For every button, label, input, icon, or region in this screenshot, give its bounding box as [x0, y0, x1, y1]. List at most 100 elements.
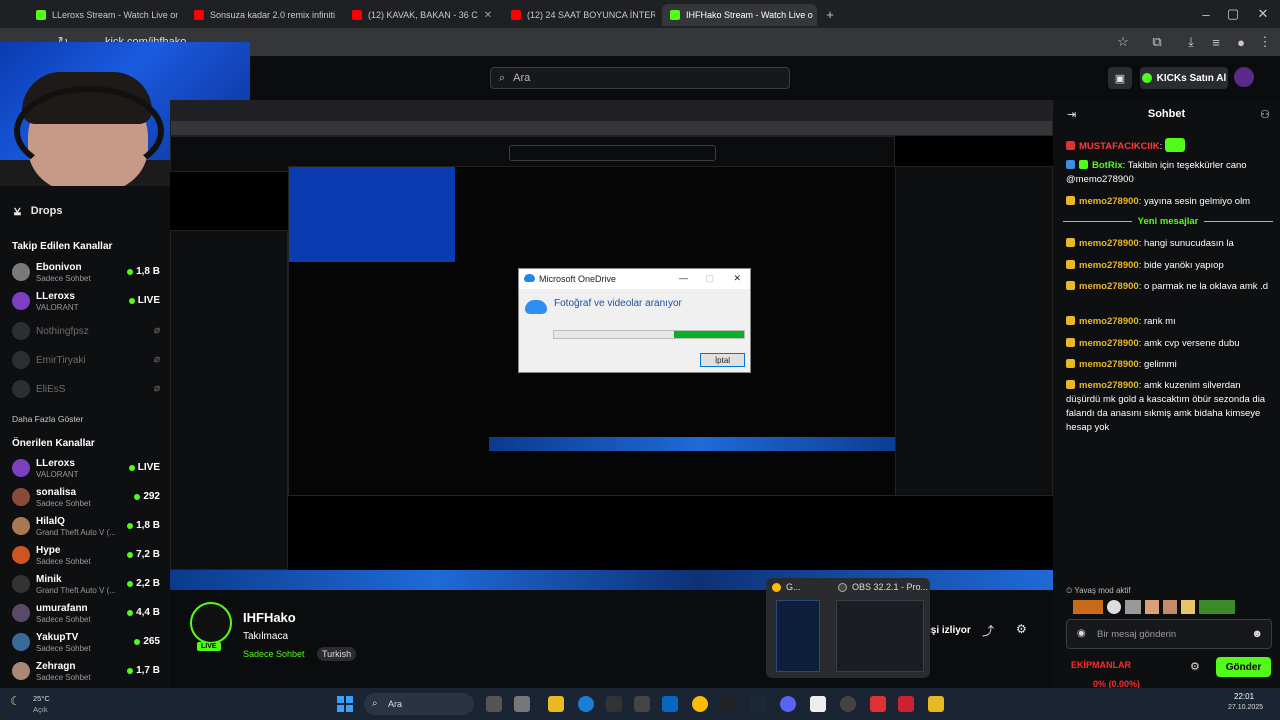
send-button[interactable]: Gönder	[1216, 657, 1271, 677]
emote-icon[interactable]	[1145, 600, 1159, 614]
sidebar-item-yakuptv[interactable]: YakupTV Sadece Sohbet 265	[12, 630, 164, 656]
steam-icon[interactable]	[750, 696, 766, 712]
kick-icon	[36, 10, 46, 20]
window-close-icon[interactable]: ✕	[1252, 0, 1274, 28]
epic-icon[interactable]	[722, 696, 738, 712]
edge-icon[interactable]	[578, 696, 594, 712]
sidebar-item-eliess[interactable]: EliEsS ⌀	[12, 377, 164, 403]
app-icon[interactable]	[898, 696, 914, 712]
weather-icon[interactable]: ☾	[10, 694, 21, 708]
close-icon[interactable]: ✕	[733, 273, 741, 284]
settings-sliders-icon[interactable]: ⚙	[1016, 622, 1027, 636]
share-icon[interactable]: ⤴	[982, 622, 994, 639]
sidebar-item-hilalq[interactable]: HilalQ Grand Theft Auto V (... 1,8 B	[12, 514, 164, 540]
tab-24saat[interactable]: (12) 24 SAAT BOYUNCA İNTERN ✕	[503, 4, 655, 26]
sub-badge-icon	[1066, 338, 1075, 347]
buy-kicks-button[interactable]: KICKs Satın Al	[1140, 67, 1228, 89]
task-view-icon[interactable]	[486, 696, 502, 712]
chat-username[interactable]: memo278900	[1079, 281, 1139, 292]
sidebar-item-lleroxs-rec[interactable]: LLeroxs VALORANT LIVE	[12, 456, 164, 482]
sidebar-item-minik[interactable]: Minik Grand Theft Auto V (... 2,2 B	[12, 572, 164, 598]
discord-icon[interactable]	[780, 696, 796, 712]
app-icon[interactable]	[514, 696, 530, 712]
chat-username[interactable]: MUSTAFACIKCIIK	[1079, 141, 1160, 152]
maximize-icon[interactable]: ▢	[1222, 0, 1244, 28]
emoji-icon[interactable]: ☻	[1251, 628, 1263, 640]
tab-lleroxs[interactable]: LLeroxs Stream - Watch Live on ✕	[28, 4, 178, 26]
tab-ihfhako[interactable]: IHFHako Stream - Watch Live o ✕	[662, 4, 817, 26]
new-messages-label: Yeni mesajlar	[1137, 216, 1199, 227]
bookmark-star-icon[interactable]: ☆	[1112, 28, 1134, 56]
drops-link[interactable]: ⩣ Drops	[14, 204, 62, 217]
close-icon[interactable]: ✕	[484, 10, 492, 21]
streamer-avatar[interactable]	[190, 602, 232, 644]
cancel-button[interactable]: İptal	[700, 353, 745, 367]
search-input[interactable]: ⌕ Ara	[490, 67, 790, 89]
chat-text: gelimmi	[1143, 359, 1177, 370]
show-more-link[interactable]: Daha Fazla Göster	[12, 414, 83, 424]
media-icon[interactable]: ≡	[1205, 28, 1227, 56]
progress-bar	[553, 330, 745, 339]
chat-username[interactable]: memo278900	[1079, 196, 1139, 207]
app-icon[interactable]	[870, 696, 886, 712]
clock-time[interactable]: 22:01	[1234, 692, 1254, 701]
emote-icon[interactable]	[1107, 600, 1121, 614]
minimize-icon[interactable]: —	[679, 273, 688, 283]
chat-people-icon[interactable]: ⚇	[1260, 108, 1270, 121]
chat-username[interactable]: memo278900	[1079, 359, 1139, 370]
tab-kavak[interactable]: (12) KAVAK, BAKAN - 36 C ✕	[344, 4, 499, 26]
sidebar-item-hype[interactable]: Hype Sadece Sohbet 7,2 B	[12, 543, 164, 569]
app-icon[interactable]	[928, 696, 944, 712]
new-tab-button[interactable]: +	[819, 0, 841, 28]
nested-sidebar	[170, 230, 288, 570]
taskbar-search[interactable]: ⌕ Ara	[364, 693, 474, 715]
preview-thumb-browser[interactable]	[776, 600, 820, 672]
menu-icon[interactable]: ⋮	[1254, 28, 1276, 56]
stream-category[interactable]: Sadece Sohbet	[243, 649, 305, 659]
chat-settings-icon[interactable]: ⚙	[1190, 660, 1200, 673]
sidebar-item-ebonivon[interactable]: Ebonivon Sadece Sohbet 1,8 B	[12, 260, 164, 286]
profile-icon[interactable]: ●	[1230, 28, 1252, 56]
emote-icon[interactable]	[1181, 600, 1195, 614]
sidebar-item-sonalisa[interactable]: sonalisa Sadece Sohbet 292	[12, 485, 164, 511]
preview-thumb-obs[interactable]	[836, 600, 924, 672]
emote-icon[interactable]	[1073, 600, 1103, 614]
sidebar-item-zehragn[interactable]: Zehragn Sadece Sohbet 1,7 B	[12, 659, 164, 685]
language-tag[interactable]: Turkish	[317, 647, 357, 661]
search-icon: ⌕	[372, 698, 378, 709]
chat-username[interactable]: memo278900	[1079, 316, 1139, 327]
extensions-icon[interactable]: ⧉	[1146, 28, 1168, 56]
viewer-count-value: 4,4 B	[136, 607, 160, 618]
app-icon[interactable]	[606, 696, 622, 712]
download-icon[interactable]: ⤓	[1180, 28, 1202, 56]
live-dot-icon	[127, 667, 134, 674]
emote-icon[interactable]	[1125, 600, 1141, 614]
chat-input[interactable]: ◉ Bir mesaj gönderin ☻	[1066, 619, 1272, 649]
sidebar-item-umurafann[interactable]: umurafann Sadece Sohbet 4,4 B	[12, 601, 164, 627]
chat-username[interactable]: memo278900	[1079, 238, 1139, 249]
channel-category: Grand Theft Auto V (...	[36, 528, 116, 537]
user-avatar[interactable]	[1234, 67, 1254, 87]
clock-date[interactable]: 27.10.2025	[1228, 704, 1263, 711]
app-icon[interactable]	[810, 696, 826, 712]
emote-icon[interactable]	[1199, 600, 1235, 614]
obs-icon[interactable]	[840, 696, 856, 712]
store-icon[interactable]	[634, 696, 650, 712]
outlook-icon[interactable]	[662, 696, 678, 712]
start-icon[interactable]	[337, 696, 353, 712]
streamer-name[interactable]: IHFHako	[243, 610, 296, 625]
emote-icon[interactable]	[1163, 600, 1177, 614]
wallet-icon[interactable]: ▣	[1108, 67, 1132, 89]
file-explorer-icon[interactable]	[548, 696, 564, 712]
tab-sonsuza[interactable]: Sonsuza kadar 2.0 remix infiniti ✕	[186, 4, 336, 26]
chat-username[interactable]: memo278900	[1079, 380, 1139, 391]
sidebar-item-emirtiryaki[interactable]: EmirTiryaki ⌀	[12, 348, 164, 374]
chat-username[interactable]: memo278900	[1079, 260, 1139, 271]
chat-username[interactable]: memo278900	[1079, 338, 1139, 349]
sidebar-item-lleroxs[interactable]: LLeroxs VALORANT LIVE	[12, 289, 164, 315]
sidebar-item-nothingfpsz[interactable]: Nothingfpsz ⌀	[12, 319, 164, 345]
minimize-icon[interactable]: –	[1195, 0, 1217, 28]
taskbar-preview[interactable]: G... OBS 32.2.1 - Pro...	[766, 578, 930, 678]
chrome-icon[interactable]	[692, 696, 708, 712]
chat-username[interactable]: BotRix	[1092, 160, 1123, 171]
